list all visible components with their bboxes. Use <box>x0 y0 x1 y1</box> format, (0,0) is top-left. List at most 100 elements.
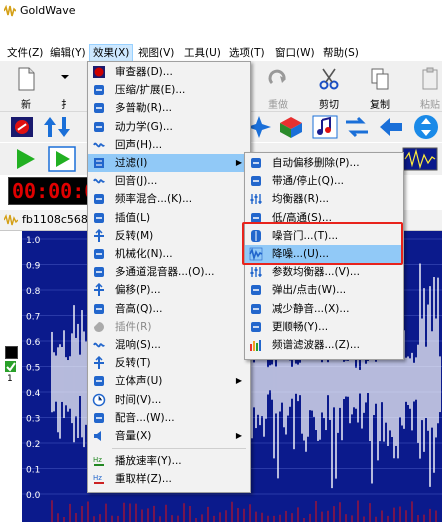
effects_menu-item-3[interactable]: 动力学(G)... <box>88 118 250 136</box>
effects_menu-item-9[interactable]: 反转(M) <box>88 227 250 245</box>
menubar-item-6[interactable]: 窗口(W) <box>272 45 318 61</box>
effects_menu-item-19[interactable]: 配音...(W)... <box>88 409 250 427</box>
redo-button[interactable]: 重做 <box>258 65 298 111</box>
mixer-icon <box>92 265 106 279</box>
left-arrow-icon[interactable] <box>378 115 404 139</box>
filter_submenu-item-2[interactable]: 均衡器(R)... <box>245 190 403 208</box>
dynamics-icon <box>92 120 106 134</box>
new-button[interactable]: 新 <box>6 65 46 111</box>
y-axis-label: 0.6 <box>26 338 41 348</box>
y-axis-label: 0.1 <box>26 466 40 476</box>
reverb-icon <box>92 174 106 188</box>
y-axis-label: 0.8 <box>26 287 41 297</box>
filter_submenu-item-9[interactable]: 更顺畅(Y)... <box>245 318 403 336</box>
paste-icon <box>422 67 438 90</box>
effects_menu-item-17[interactable]: 立体声(U) ▶ <box>88 372 250 390</box>
play-selection-icon[interactable] <box>48 146 76 172</box>
time-display: 00:00:0 <box>8 177 96 205</box>
parametric-eq-icon <box>249 265 263 279</box>
silence-icon <box>249 302 263 316</box>
title-bar: GoldWave <box>0 0 442 22</box>
filter_submenu-item-6[interactable]: 参数均衡器...(V)... <box>245 263 403 281</box>
menubar-item-5[interactable]: 选项(T) <box>226 45 268 61</box>
menu-item-label: 过滤(I) <box>115 157 148 169</box>
svg-text:Hz: Hz <box>93 456 102 464</box>
filter_submenu-item-7[interactable]: 弹出/点击(W)... <box>245 281 403 299</box>
invert-icon <box>92 228 106 243</box>
effects_menu-item-7[interactable]: 频率混合...(K)... <box>88 190 250 208</box>
new-label: 新 <box>21 100 31 111</box>
menubar-item-4[interactable]: 工具(U) <box>181 45 224 61</box>
plugin-icon <box>92 320 106 334</box>
effects_menu-item-4[interactable]: 回声(H)... <box>88 136 250 154</box>
effects_menu-item-0[interactable]: 审查器(D)... <box>88 63 250 81</box>
flanger-icon <box>92 192 106 206</box>
effects_menu-item-2[interactable]: 多普勒(R)... <box>88 99 250 117</box>
annotation-highlight-box <box>242 222 403 265</box>
menu-item-label: 插值(L) <box>115 211 151 224</box>
popclick-icon <box>249 283 263 297</box>
effects_menu-item-12[interactable]: 偏移(P)... <box>88 281 250 299</box>
menu-item-label: 更顺畅(Y)... <box>272 320 329 333</box>
menu-item-label: 压缩/扩展(E)... <box>115 84 186 97</box>
menu-item-label: 立体声(U) <box>115 375 163 388</box>
filter_submenu-item-8[interactable]: 减少静音...(X)... <box>245 300 403 318</box>
waveform-view-icon[interactable] <box>402 147 438 171</box>
channel-toggle-left[interactable] <box>5 346 18 359</box>
menu-item-label: 审查器(D)... <box>115 66 173 78</box>
music-note-icon[interactable] <box>312 115 338 139</box>
menu-item-label: 带通/停止(Q)... <box>272 175 345 188</box>
open-button[interactable]: 扌 <box>46 65 86 111</box>
effects_menu-item-5[interactable]: 过滤(I) ▶ <box>88 154 250 172</box>
mechanize-icon <box>92 247 106 261</box>
menu-item-label: 回音(J)... <box>115 175 158 188</box>
window-title: GoldWave <box>20 4 76 17</box>
time-display-text: 00:00:0 <box>12 179 97 203</box>
effects_menu-item-11[interactable]: 多通道混音器...(O)... <box>88 263 250 281</box>
menu-item-label: 音量(X) <box>115 430 152 442</box>
paste-button[interactable]: 粘贴 <box>410 65 442 111</box>
swap-arrows-icon[interactable] <box>344 115 370 139</box>
copy-button[interactable]: 复制 <box>360 65 400 111</box>
effects_menu-item-23[interactable]: Hz 重取样(Z)... <box>88 470 250 488</box>
effects_menu-item-13[interactable]: 音高(Q)... <box>88 300 250 318</box>
filter_submenu-item-1[interactable]: 带通/停止(Q)... <box>245 172 403 190</box>
effects_menu-item-10[interactable]: 机械化(N)... <box>88 245 250 263</box>
menubar-item-0[interactable]: 文件(Z) <box>4 45 46 61</box>
menu-item-label: 自动偏移删除(P)... <box>272 157 360 169</box>
color-cube-icon[interactable] <box>278 115 304 139</box>
y-axis-label: 0.5 <box>26 364 40 374</box>
cut-button[interactable]: 剪切 <box>309 65 349 111</box>
offset-remove-icon <box>249 156 263 170</box>
menubar-item-2[interactable]: 效果(X) <box>89 44 134 62</box>
interpolate-icon <box>92 211 106 225</box>
open-dropdown-icon <box>61 75 69 79</box>
filter_submenu-item-0[interactable]: 自动偏移删除(P)... <box>245 154 403 172</box>
effects_menu-item-18[interactable]: 时间(V)... <box>88 391 250 409</box>
menu-item-label: 时间(V)... <box>115 393 162 406</box>
menu-item-label: 反转(T) <box>115 357 151 370</box>
effects_menu-item-16[interactable]: 反转(T) <box>88 354 250 372</box>
effects_menu-item-14[interactable]: 插件(R) <box>88 318 250 336</box>
effects_menu-item-1[interactable]: 压缩/扩展(E)... <box>88 81 250 99</box>
effects_menu-item-6[interactable]: 回音(J)... <box>88 172 250 190</box>
menubar-item-7[interactable]: 帮助(S) <box>320 45 362 61</box>
reverb2-icon <box>92 338 106 352</box>
effects_menu-item-8[interactable]: 插值(L) <box>88 209 250 227</box>
up-down-circle-icon[interactable] <box>412 114 440 140</box>
filter_submenu-item-10[interactable]: 频谱滤波器...(Z)... <box>245 336 403 354</box>
split-arrows-icon[interactable] <box>42 115 72 139</box>
effects_menu-item-22[interactable]: Hz 播放速率(Y)... <box>88 452 250 470</box>
menu-item-label: 插件(R) <box>115 320 152 333</box>
channel-check-icon[interactable] <box>5 361 16 372</box>
play-icon[interactable] <box>14 147 38 171</box>
filter-icon <box>92 156 106 170</box>
menubar-item-3[interactable]: 视图(V) <box>135 45 177 61</box>
effects_menu-item-20[interactable]: 音量(X) ▶ <box>88 427 250 445</box>
effects_menu-item-15[interactable]: 混响(S)... <box>88 336 250 354</box>
menu-item-label: 偏移(P)... <box>115 284 161 297</box>
new-document-icon <box>18 67 35 91</box>
menubar-item-1[interactable]: 编辑(Y) <box>47 45 89 61</box>
stop-record-icon[interactable] <box>10 116 34 138</box>
y-axis-label: 0.9 <box>26 262 41 272</box>
